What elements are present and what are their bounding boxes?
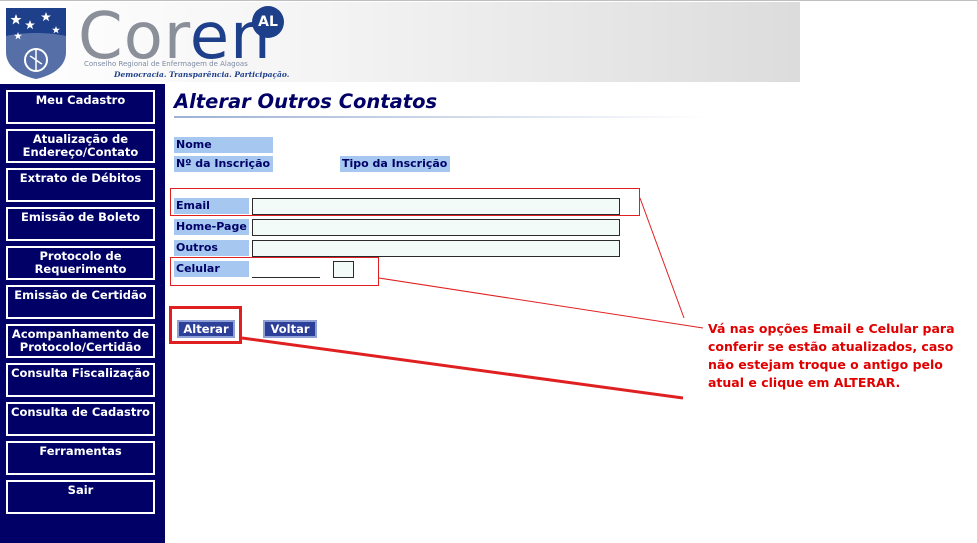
title-divider <box>174 116 709 118</box>
sidebar-item-consulta-fiscalizacao[interactable]: Consulta Fiscalização <box>6 363 155 397</box>
sidebar-menu: Meu Cadastro Atualização de Endereço/Con… <box>0 84 165 543</box>
alterar-highlight-box <box>169 306 242 344</box>
sidebar-item-sair[interactable]: Sair <box>6 480 155 514</box>
homepage-input[interactable] <box>252 219 620 236</box>
nome-label: Nome <box>174 137 273 153</box>
sidebar-item-emissao-boleto[interactable]: Emissão de Boleto <box>6 207 155 241</box>
sidebar-item-atualizacao-endereco[interactable]: Atualização de Endereço/Contato <box>6 129 155 163</box>
page-title: Alterar Outros Contatos <box>174 90 438 113</box>
sidebar-item-protocolo-requerimento[interactable]: Protocolo de Requerimento <box>6 246 155 280</box>
outros-input[interactable] <box>252 240 620 257</box>
coren-shield-logo-icon <box>6 8 66 79</box>
voltar-button[interactable]: Voltar <box>263 320 317 338</box>
outros-label: Outros <box>174 240 249 256</box>
arrow-celular <box>378 277 704 329</box>
inscricao-label: Nº da Inscrição <box>174 156 273 172</box>
arrow-alterar <box>241 336 684 400</box>
sidebar-item-acompanhamento-protocolo[interactable]: Acompanhamento de Protocolo/Certidão <box>6 324 155 358</box>
header-banner: Coren AL Conselho Regional de Enfermagem… <box>0 0 800 82</box>
tipo-inscricao-label: Tipo da Inscrição <box>340 156 450 172</box>
state-badge: AL <box>252 6 284 38</box>
email-highlight-box <box>170 188 640 216</box>
sidebar-item-ferramentas[interactable]: Ferramentas <box>6 441 155 475</box>
sidebar-item-meu-cadastro[interactable]: Meu Cadastro <box>6 90 155 124</box>
celular-highlight-box <box>170 257 379 286</box>
sidebar-item-consulta-cadastro[interactable]: Consulta de Cadastro <box>6 402 155 436</box>
sidebar-item-extrato-debitos[interactable]: Extrato de Débitos <box>6 168 155 202</box>
homepage-label: Home-Page <box>174 219 249 235</box>
arrow-email <box>639 197 685 319</box>
logo-subtitle: Conselho Regional de Enfermagem de Alago… <box>84 60 248 68</box>
sidebar-item-emissao-certidao[interactable]: Emissão de Certidão <box>6 285 155 319</box>
logo-slogan: Democracia. Transparência. Participação. <box>114 70 290 79</box>
instruction-annotation: Vá nas opções Email e Celular para confe… <box>708 321 955 390</box>
